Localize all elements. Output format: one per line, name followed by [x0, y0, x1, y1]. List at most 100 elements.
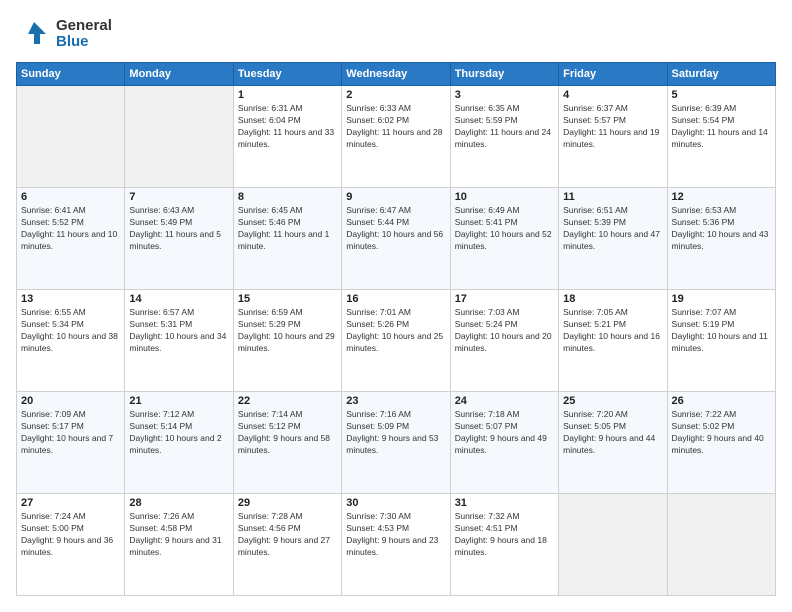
weekday-header-friday: Friday	[559, 63, 667, 86]
day-info: Sunrise: 6:33 AM Sunset: 6:02 PM Dayligh…	[346, 103, 445, 151]
day-cell: 31 Sunrise: 7:32 AM Sunset: 4:51 PM Dayli…	[450, 494, 558, 596]
day-number: 8	[238, 191, 337, 203]
day-info: Sunrise: 7:05 AM Sunset: 5:21 PM Dayligh…	[563, 307, 662, 355]
day-info: Sunrise: 6:55 AM Sunset: 5:34 PM Dayligh…	[21, 307, 120, 355]
day-info: Sunrise: 6:31 AM Sunset: 6:04 PM Dayligh…	[238, 103, 337, 151]
day-number: 1	[238, 89, 337, 101]
day-number: 20	[21, 395, 120, 407]
day-number: 6	[21, 191, 120, 203]
day-info: Sunrise: 7:32 AM Sunset: 4:51 PM Dayligh…	[455, 511, 554, 559]
day-number: 27	[21, 497, 120, 509]
day-cell	[559, 494, 667, 596]
day-info: Sunrise: 7:20 AM Sunset: 5:05 PM Dayligh…	[563, 409, 662, 457]
day-info: Sunrise: 6:53 AM Sunset: 5:36 PM Dayligh…	[672, 205, 771, 253]
day-number: 3	[455, 89, 554, 101]
week-row-1: 1 Sunrise: 6:31 AM Sunset: 6:04 PM Daylig…	[17, 86, 776, 188]
day-number: 17	[455, 293, 554, 305]
day-info: Sunrise: 7:12 AM Sunset: 5:14 PM Dayligh…	[129, 409, 228, 457]
day-number: 2	[346, 89, 445, 101]
day-info: Sunrise: 7:01 AM Sunset: 5:26 PM Dayligh…	[346, 307, 445, 355]
day-info: Sunrise: 7:07 AM Sunset: 5:19 PM Dayligh…	[672, 307, 771, 355]
day-cell: 24 Sunrise: 7:18 AM Sunset: 5:07 PM Dayli…	[450, 392, 558, 494]
weekday-header-wednesday: Wednesday	[342, 63, 450, 86]
weekday-header-thursday: Thursday	[450, 63, 558, 86]
day-cell: 3 Sunrise: 6:35 AM Sunset: 5:59 PM Daylig…	[450, 86, 558, 188]
day-number: 13	[21, 293, 120, 305]
day-cell: 25 Sunrise: 7:20 AM Sunset: 5:05 PM Dayli…	[559, 392, 667, 494]
day-info: Sunrise: 7:14 AM Sunset: 5:12 PM Dayligh…	[238, 409, 337, 457]
week-row-3: 13 Sunrise: 6:55 AM Sunset: 5:34 PM Dayli…	[17, 290, 776, 392]
calendar-page: GeneralBlue SundayMondayTuesdayWednesday…	[0, 0, 792, 612]
day-info: Sunrise: 7:30 AM Sunset: 4:53 PM Dayligh…	[346, 511, 445, 559]
day-cell: 15Sunrise: 6:59 AM Sunset: 5:29 PM Dayli…	[233, 290, 341, 392]
day-number: 12	[672, 191, 771, 203]
calendar-table: SundayMondayTuesdayWednesdayThursdayFrid…	[16, 62, 776, 596]
day-info: Sunrise: 6:43 AM Sunset: 5:49 PM Dayligh…	[129, 205, 228, 253]
day-info: Sunrise: 7:03 AM Sunset: 5:24 PM Dayligh…	[455, 307, 554, 355]
day-cell: 7 Sunrise: 6:43 AM Sunset: 5:49 PM Daylig…	[125, 188, 233, 290]
day-number: 26	[672, 395, 771, 407]
day-number: 22	[238, 395, 337, 407]
day-info: Sunrise: 7:18 AM Sunset: 5:07 PM Dayligh…	[455, 409, 554, 457]
day-cell: 27 Sunrise: 7:24 AM Sunset: 5:00 PM Dayli…	[17, 494, 125, 596]
day-info: Sunrise: 6:49 AM Sunset: 5:41 PM Dayligh…	[455, 205, 554, 253]
day-cell	[17, 86, 125, 188]
day-number: 15	[238, 293, 337, 305]
day-cell: 6 Sunrise: 6:41 AM Sunset: 5:52 PM Daylig…	[17, 188, 125, 290]
day-cell: 11Sunrise: 6:51 AM Sunset: 5:39 PM Dayli…	[559, 188, 667, 290]
day-cell: 21 Sunrise: 7:12 AM Sunset: 5:14 PM Dayli…	[125, 392, 233, 494]
weekday-header-row: SundayMondayTuesdayWednesdayThursdayFrid…	[17, 63, 776, 86]
day-info: Sunrise: 7:09 AM Sunset: 5:17 PM Dayligh…	[21, 409, 120, 457]
day-cell: 14Sunrise: 6:57 AM Sunset: 5:31 PM Dayli…	[125, 290, 233, 392]
day-number: 21	[129, 395, 228, 407]
day-cell: 2 Sunrise: 6:33 AM Sunset: 6:02 PM Daylig…	[342, 86, 450, 188]
day-number: 19	[672, 293, 771, 305]
weekday-header-tuesday: Tuesday	[233, 63, 341, 86]
day-cell: 4Sunrise: 6:37 AM Sunset: 5:57 PM Daylig…	[559, 86, 667, 188]
day-cell: 10Sunrise: 6:49 AM Sunset: 5:41 PM Dayli…	[450, 188, 558, 290]
day-number: 18	[563, 293, 662, 305]
weekday-header-sunday: Sunday	[17, 63, 125, 86]
day-info: Sunrise: 6:45 AM Sunset: 5:46 PM Dayligh…	[238, 205, 337, 253]
day-number: 30	[346, 497, 445, 509]
weekday-header-monday: Monday	[125, 63, 233, 86]
day-cell: 1 Sunrise: 6:31 AM Sunset: 6:04 PM Daylig…	[233, 86, 341, 188]
day-number: 25	[563, 395, 662, 407]
day-info: Sunrise: 6:51 AM Sunset: 5:39 PM Dayligh…	[563, 205, 662, 253]
day-cell: 29Sunrise: 7:28 AM Sunset: 4:56 PM Dayli…	[233, 494, 341, 596]
day-number: 9	[346, 191, 445, 203]
day-cell: 23Sunrise: 7:16 AM Sunset: 5:09 PM Dayli…	[342, 392, 450, 494]
day-info: Sunrise: 6:41 AM Sunset: 5:52 PM Dayligh…	[21, 205, 120, 253]
day-cell: 18 Sunrise: 7:05 AM Sunset: 5:21 PM Dayli…	[559, 290, 667, 392]
day-cell: 9Sunrise: 6:47 AM Sunset: 5:44 PM Daylig…	[342, 188, 450, 290]
day-cell: 16 Sunrise: 7:01 AM Sunset: 5:26 PM Dayli…	[342, 290, 450, 392]
week-row-4: 20 Sunrise: 7:09 AM Sunset: 5:17 PM Dayli…	[17, 392, 776, 494]
day-number: 24	[455, 395, 554, 407]
day-cell: 30 Sunrise: 7:30 AM Sunset: 4:53 PM Dayli…	[342, 494, 450, 596]
day-cell	[125, 86, 233, 188]
day-info: Sunrise: 7:22 AM Sunset: 5:02 PM Dayligh…	[672, 409, 771, 457]
day-number: 7	[129, 191, 228, 203]
day-cell: 17 Sunrise: 7:03 AM Sunset: 5:24 PM Dayli…	[450, 290, 558, 392]
day-info: Sunrise: 6:35 AM Sunset: 5:59 PM Dayligh…	[455, 103, 554, 151]
day-cell: 5Sunrise: 6:39 AM Sunset: 5:54 PM Daylig…	[667, 86, 775, 188]
day-number: 31	[455, 497, 554, 509]
day-info: Sunrise: 7:16 AM Sunset: 5:09 PM Dayligh…	[346, 409, 445, 457]
day-info: Sunrise: 7:26 AM Sunset: 4:58 PM Dayligh…	[129, 511, 228, 559]
day-cell: 22 Sunrise: 7:14 AM Sunset: 5:12 PM Dayli…	[233, 392, 341, 494]
day-info: Sunrise: 7:24 AM Sunset: 5:00 PM Dayligh…	[21, 511, 120, 559]
day-cell: 26 Sunrise: 7:22 AM Sunset: 5:02 PM Dayli…	[667, 392, 775, 494]
day-cell: 8 Sunrise: 6:45 AM Sunset: 5:46 PM Daylig…	[233, 188, 341, 290]
day-cell: 19 Sunrise: 7:07 AM Sunset: 5:19 PM Dayli…	[667, 290, 775, 392]
week-row-2: 6 Sunrise: 6:41 AM Sunset: 5:52 PM Daylig…	[17, 188, 776, 290]
logo-bird-icon	[16, 16, 52, 52]
day-number: 5	[672, 89, 771, 101]
day-info: Sunrise: 6:57 AM Sunset: 5:31 PM Dayligh…	[129, 307, 228, 355]
day-number: 28	[129, 497, 228, 509]
day-info: Sunrise: 6:37 AM Sunset: 5:57 PM Dayligh…	[563, 103, 662, 151]
day-cell: 12 Sunrise: 6:53 AM Sunset: 5:36 PM Dayli…	[667, 188, 775, 290]
day-number: 16	[346, 293, 445, 305]
day-cell: 13 Sunrise: 6:55 AM Sunset: 5:34 PM Dayli…	[17, 290, 125, 392]
day-cell	[667, 494, 775, 596]
weekday-header-saturday: Saturday	[667, 63, 775, 86]
